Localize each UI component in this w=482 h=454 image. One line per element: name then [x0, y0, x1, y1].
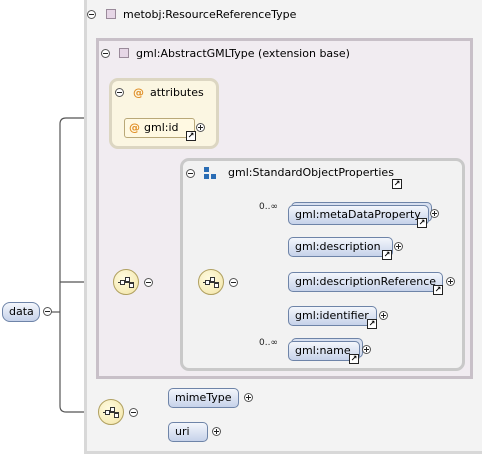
attribute-marker-icon: @ — [129, 121, 140, 134]
element-expand-toggle[interactable] — [362, 345, 371, 354]
attributes-marker-icon: @ — [133, 86, 144, 99]
property-group-collapse-toggle[interactable] — [186, 169, 195, 178]
element-name: gml:identifier — [295, 309, 369, 322]
element-mime-type[interactable]: mimeType — [168, 388, 239, 408]
sequence-collapse-toggle[interactable] — [229, 278, 238, 287]
group-icon — [204, 167, 216, 179]
element-expand-toggle[interactable] — [244, 393, 253, 402]
element-name: gml:descriptionReference — [295, 275, 437, 288]
element-identifier[interactable]: gml:identifier — [288, 306, 377, 326]
occurrence-label: 0..∞ — [259, 338, 278, 348]
element-name: data — [9, 305, 34, 318]
attribute-expand-toggle[interactable] — [196, 123, 205, 132]
element-description[interactable]: gml:description — [288, 237, 393, 257]
extension-base-name: gml:AbstractGMLType (extension base) — [136, 47, 350, 60]
element-expand-toggle[interactable] — [379, 311, 388, 320]
reference-arrow-icon: ↗ — [417, 218, 427, 228]
element-name: uri — [175, 425, 190, 438]
extension-base-collapse-toggle[interactable] — [101, 49, 110, 58]
reference-arrow-icon: ↗ — [433, 285, 443, 295]
element-expand-toggle[interactable] — [430, 209, 439, 218]
sequence-compositor-icon[interactable] — [198, 269, 224, 295]
element-description-reference[interactable]: gml:descriptionReference — [288, 272, 443, 292]
property-group-panel — [180, 158, 465, 371]
attributes-collapse-toggle[interactable] — [115, 88, 124, 97]
reference-arrow-icon: ↗ — [367, 319, 377, 329]
occurrence-label: 0..∞ — [259, 202, 278, 212]
root-element-data[interactable]: data — [2, 302, 40, 322]
element-name: gml:name — [295, 344, 351, 357]
element-expand-toggle[interactable] — [394, 242, 403, 251]
root-collapse-toggle[interactable] — [43, 307, 52, 316]
element-expand-toggle[interactable] — [446, 277, 455, 286]
sequence-collapse-toggle[interactable] — [144, 278, 153, 287]
complex-type-name: metobj:ResourceReferenceType — [123, 8, 297, 21]
reference-arrow-icon: ↗ — [392, 179, 402, 189]
element-metadata-property[interactable]: gml:metaDataProperty — [288, 205, 429, 225]
property-group-name: gml:StandardObjectProperties — [228, 166, 394, 179]
complex-type-collapse-toggle[interactable] — [87, 10, 96, 19]
sequence-compositor-icon[interactable] — [113, 269, 139, 295]
sequence-compositor-icon[interactable] — [98, 399, 124, 425]
reference-arrow-icon: ↗ — [349, 354, 359, 364]
reference-arrow-icon: ↗ — [186, 131, 196, 141]
attribute-name: gml:id — [144, 121, 179, 134]
element-name: gml:description — [295, 240, 381, 253]
attributes-title: attributes — [150, 86, 204, 99]
element-name: gml:metaDataProperty — [295, 208, 421, 221]
attribute-gml-id[interactable]: @ gml:id — [124, 118, 195, 138]
sequence-collapse-toggle[interactable] — [129, 408, 138, 417]
reference-arrow-icon: ↗ — [382, 250, 392, 260]
element-name: mimeType — [175, 391, 232, 404]
element-uri[interactable]: uri — [168, 422, 208, 442]
extension-base-icon — [119, 48, 129, 58]
element-expand-toggle[interactable] — [212, 427, 221, 436]
complex-type-icon — [106, 9, 116, 19]
